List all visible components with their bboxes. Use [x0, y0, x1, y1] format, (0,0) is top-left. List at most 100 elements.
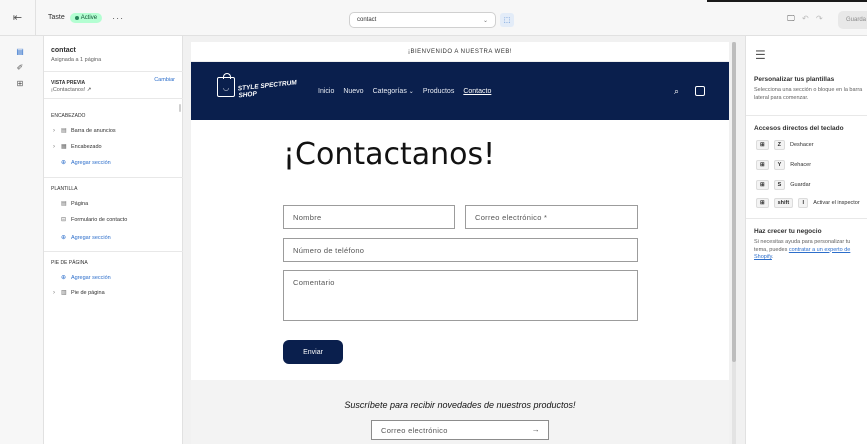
nav-link-label: Categorías	[372, 88, 407, 95]
section-item-label: Barra de anuncios	[71, 127, 116, 134]
change-preview-link[interactable]: Cambiar	[154, 77, 175, 83]
section-item-label: Formulario de contacto	[71, 216, 128, 223]
theme-name: Taste	[48, 14, 65, 21]
submit-button[interactable]: Enviar	[283, 340, 343, 364]
redo-icon[interactable]: ↷	[816, 14, 823, 23]
section-item-contact-form[interactable]: ⊟ Formulario de contacto	[53, 216, 128, 224]
grow-text: Si necesitas ayuda para personalizar tu …	[754, 239, 864, 262]
add-section-label: Agregar sección	[71, 159, 111, 166]
shortcut-undo: ⊞ Z Deshacer	[756, 140, 814, 150]
divider	[44, 98, 183, 99]
add-section-button-header[interactable]: ⊕ Agregar sección	[53, 159, 111, 167]
grow-title: Haz crecer tu negocio	[754, 228, 822, 235]
theme-settings-icon[interactable]: ✐	[0, 63, 40, 72]
phone-field[interactable]: Número de teléfono	[283, 238, 638, 262]
nav-link-inicio[interactable]: Inicio	[318, 88, 334, 95]
footer-caption: PIE DE PÁGINA	[51, 260, 88, 266]
more-actions-button[interactable]: ···	[112, 13, 124, 23]
store-header[interactable]: ◡ STYLE SPECTRUM SHOP Inicio Nuevo Categ…	[191, 62, 729, 120]
status-badge-label: Active	[80, 14, 98, 21]
sections-sidebar: contact Asignada a 1 página VISTA PREVIA…	[44, 36, 183, 444]
template-caption: PLANTILLA	[51, 186, 78, 192]
newsletter-heading: Suscríbete para recibir novedades de nue…	[344, 400, 576, 410]
divider	[44, 71, 183, 72]
header-group-caption: ENCABEZADO	[51, 113, 86, 119]
page-template-select[interactable]: contact ⌄	[349, 12, 496, 28]
section-item-page[interactable]: ▤ Página	[53, 200, 89, 208]
shortcut-key: S	[773, 180, 786, 190]
divider	[746, 218, 867, 219]
plus-circle-icon: ⊕	[61, 235, 67, 241]
grow-text-after: .	[771, 254, 774, 260]
status-dot-icon	[74, 15, 79, 20]
customize-title: Personalizar tus plantillas	[754, 76, 835, 83]
cart-icon[interactable]	[695, 86, 705, 96]
exit-icon[interactable]: ⇤	[0, 0, 36, 36]
left-rail: ▤ ✐ ⊞	[0, 36, 44, 444]
template-assigned: Asignada a 1 página	[51, 57, 102, 63]
announcement-bar[interactable]: ¡BIENVENIDO A NUESTRA WEB!	[191, 42, 729, 62]
nav-link-categorias[interactable]: Categorías ⌄	[373, 88, 414, 95]
divider	[44, 251, 183, 252]
shortcut-save: ⊞ S Guardar	[756, 180, 810, 190]
add-section-button-footer[interactable]: ⊕ Agregar sección	[53, 274, 111, 282]
section-item-label: Encabezado	[71, 143, 102, 150]
newsletter-email-field[interactable]: Correo electrónico →	[371, 420, 549, 440]
preview-page[interactable]: ¡Contactanos! ↗	[51, 87, 91, 93]
page-heading: ¡Contactanos!	[283, 137, 496, 172]
command-key-icon: ⊞	[756, 180, 769, 190]
name-field[interactable]: Nombre	[283, 205, 455, 229]
section-item-announcement-bar[interactable]: › ▤ Barra de anuncios	[53, 127, 116, 135]
shortcut-label: Rehacer	[790, 162, 812, 168]
sections-icon[interactable]: ▤	[0, 47, 40, 56]
plus-circle-icon: ⊕	[61, 275, 67, 281]
section-item-label: Página	[71, 200, 89, 207]
chevron-down-icon: ⌄	[408, 89, 414, 95]
preview-scrollbar-thumb[interactable]	[732, 42, 736, 362]
shortcuts-title: Accesos directos del teclado	[754, 125, 844, 132]
inspector-panel: ☰ Personalizar tus plantillas Selecciona…	[745, 36, 867, 444]
section-item-footer[interactable]: › ▥ Pie de página	[53, 289, 105, 297]
comment-field[interactable]: Comentario	[283, 270, 638, 321]
add-section-button-template[interactable]: ⊕ Agregar sección	[53, 234, 111, 242]
external-link-icon: ↗	[86, 87, 92, 93]
shortcut-inspector: ⊞ shift I Activar el inspector	[756, 198, 860, 208]
announcement-bar-icon: ▤	[61, 128, 67, 134]
shortcut-key: Y	[773, 160, 786, 170]
shopping-bag-logo-icon: ◡	[217, 73, 235, 97]
logo-text: STYLE SPECTRUM SHOP	[237, 79, 298, 100]
add-section-label: Agregar sección	[71, 234, 111, 241]
chevron-right-icon[interactable]: ›	[53, 290, 57, 296]
header-section-icon: ▦	[61, 144, 67, 150]
desktop-preview-icon[interactable]: 🖵	[787, 14, 795, 24]
chevron-right-icon[interactable]: ›	[53, 144, 57, 150]
chevron-right-icon[interactable]: ›	[53, 128, 57, 134]
app-embeds-icon[interactable]: ⊞	[0, 79, 40, 88]
sidebar-scrollbar[interactable]	[179, 104, 181, 112]
shortcut-label: Guardar	[790, 182, 811, 188]
shortcut-key: Z	[773, 140, 785, 150]
newsletter-section: Suscríbete para recibir novedades de nue…	[191, 380, 729, 444]
page-select-value: contact	[357, 17, 377, 23]
storefront-preview[interactable]: ¡BIENVENIDO A NUESTRA WEB! ◡ STYLE SPECT…	[191, 42, 729, 444]
arrow-right-icon[interactable]: →	[532, 425, 540, 434]
plus-circle-icon: ⊕	[61, 160, 67, 166]
command-key-icon: ⊞	[756, 198, 769, 208]
form-section-icon: ⊟	[61, 217, 67, 223]
section-item-label: Pie de página	[71, 289, 105, 296]
store-logo[interactable]: ◡ STYLE SPECTRUM SHOP	[217, 73, 302, 107]
newsletter-email-placeholder: Correo electrónico	[381, 426, 448, 435]
save-button[interactable]: Guarda	[838, 11, 867, 29]
email-field[interactable]: Correo electrónico *	[465, 205, 638, 229]
add-section-label: Agregar sección	[71, 274, 111, 281]
undo-icon[interactable]: ↶	[802, 14, 809, 23]
shortcut-label: Deshacer	[789, 142, 814, 148]
inspector-toggle-icon[interactable]: ⬚	[500, 13, 514, 27]
page-section-icon: ▤	[61, 201, 67, 207]
nav-link-nuevo[interactable]: Nuevo	[343, 88, 363, 95]
search-icon[interactable]: ⌕	[674, 86, 679, 97]
section-item-header[interactable]: › ▦ Encabezado	[53, 143, 102, 151]
nav-link-contacto[interactable]: Contacto	[463, 88, 491, 95]
nav-link-productos[interactable]: Productos	[423, 88, 455, 95]
status-badge: Active	[69, 12, 103, 23]
